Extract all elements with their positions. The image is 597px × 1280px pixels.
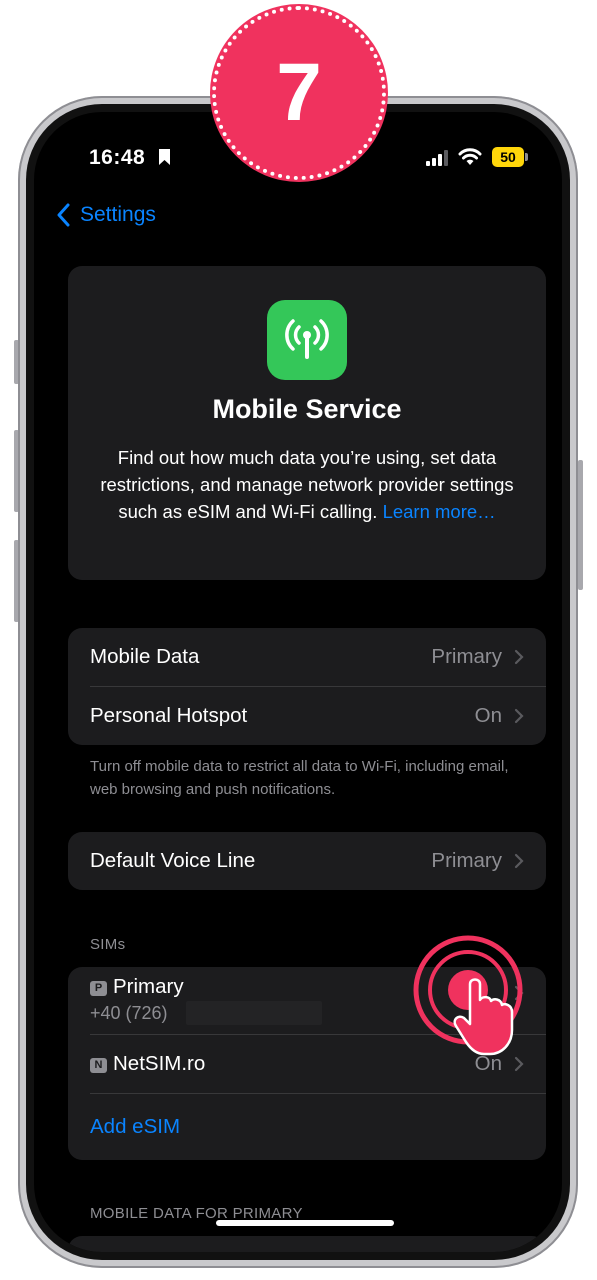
phone-frame: 16:48 50 Settings Mobile Service Find ou… (18, 96, 578, 1268)
sim-primary-label: Primary (113, 975, 184, 998)
row-label: Mobile Data (90, 645, 200, 668)
mobile-service-info-card: Mobile Service Find out how much data yo… (68, 266, 546, 580)
row-value: On (474, 704, 502, 727)
mobile-data-row[interactable]: Mobile Data Primary (68, 628, 546, 686)
chevron-right-icon (514, 708, 524, 724)
sim-badge-icon: P (90, 981, 107, 996)
mobile-data-for-primary-group (68, 1236, 546, 1252)
home-indicator[interactable] (216, 1220, 394, 1226)
add-esim-row[interactable]: Add eSIM (68, 1094, 546, 1160)
sims-section-header: SIMs (90, 936, 126, 953)
row-value: Primary (431, 645, 502, 668)
battery-indicator: 50 (492, 147, 528, 167)
mobile-data-group: Mobile Data Primary Personal Hotspot On (68, 628, 546, 745)
chevron-left-icon (57, 203, 70, 227)
cellular-signal-icon (426, 150, 448, 166)
sim-phone-number: +40 (726) (90, 1003, 168, 1023)
redacted-number (186, 1001, 322, 1025)
step-number-badge: 7 (212, 6, 386, 180)
chevron-right-icon (514, 649, 524, 665)
personal-hotspot-row[interactable]: Personal Hotspot On (68, 687, 546, 745)
sim-badge-icon: N (90, 1058, 107, 1073)
tap-hand-icon (413, 935, 523, 1056)
wifi-icon (458, 148, 482, 165)
info-description: Find out how much data you’re using, set… (90, 444, 524, 525)
phone-screen: 16:48 50 Settings Mobile Service Find ou… (34, 112, 562, 1252)
power-button (578, 460, 583, 590)
row-label: Personal Hotspot (90, 704, 248, 727)
battery-level: 50 (492, 147, 524, 167)
row-label: Default Voice Line (90, 849, 256, 872)
chevron-right-icon (514, 853, 524, 869)
bookmark-icon (159, 149, 170, 165)
mobile-data-footnote: Turn off mobile data to restrict all dat… (90, 758, 509, 798)
back-button[interactable]: Settings (56, 200, 156, 230)
page-title: Mobile Service (212, 394, 402, 424)
voice-line-group: Default Voice Line Primary (68, 832, 546, 890)
default-voice-line-row[interactable]: Default Voice Line Primary (68, 832, 546, 890)
back-button-label: Settings (80, 203, 156, 226)
add-esim-button[interactable]: Add eSIM (90, 1115, 524, 1139)
status-time: 16:48 (89, 146, 146, 169)
chevron-right-icon (514, 1056, 524, 1072)
antenna-icon (267, 300, 347, 380)
learn-more-link[interactable]: Learn more… (383, 501, 496, 522)
sim-netsim-label: NetSIM.ro (113, 1052, 206, 1075)
battery-tip (525, 153, 528, 161)
row-value: Primary (431, 849, 502, 872)
